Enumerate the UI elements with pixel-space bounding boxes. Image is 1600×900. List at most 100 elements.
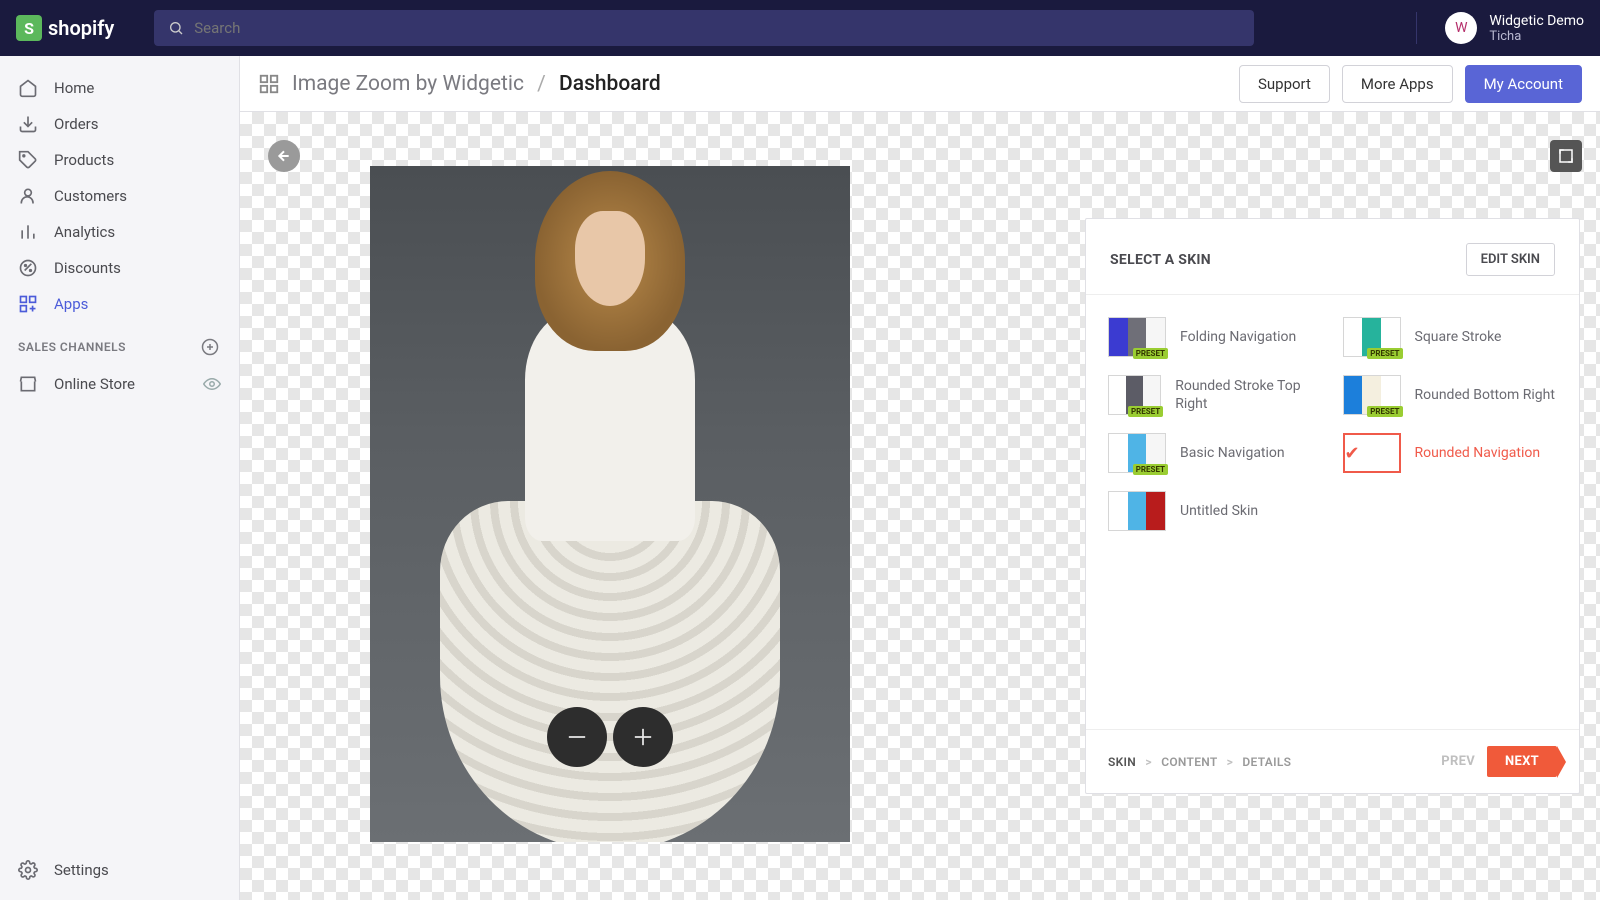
preset-badge: PRESET <box>1128 406 1163 417</box>
user-icon <box>18 186 38 206</box>
section-title: SALES CHANNELS <box>18 340 126 354</box>
shopify-bag-icon: S <box>16 15 42 41</box>
nav-label: Apps <box>54 295 88 313</box>
eye-icon[interactable] <box>203 375 221 393</box>
zoom-controls <box>547 707 673 767</box>
skin-option[interactable]: PRESET Rounded Stroke Top Right <box>1108 375 1323 415</box>
home-icon <box>18 78 38 98</box>
preview-widget <box>370 166 850 842</box>
prev-button[interactable]: PREV <box>1441 754 1475 769</box>
nav-label: Settings <box>54 861 109 879</box>
preset-badge: PRESET <box>1367 348 1402 359</box>
logo[interactable]: S shopify <box>16 15 114 41</box>
check-icon: ✔ <box>1345 443 1399 464</box>
breadcrumb: Image Zoom by Widgetic / Dashboard <box>292 72 661 96</box>
skin-label: Square Stroke <box>1415 328 1502 346</box>
gear-icon <box>18 860 38 880</box>
step-details[interactable]: DETAILS <box>1242 755 1291 769</box>
chart-icon <box>18 222 38 242</box>
nav-home[interactable]: Home <box>0 70 239 106</box>
nav-label: Discounts <box>54 259 121 277</box>
brand-label: shopify <box>48 16 114 40</box>
zoom-out-button[interactable] <box>547 707 607 767</box>
step-indicator: SKIN > CONTENT > DETAILS <box>1108 755 1291 769</box>
more-apps-button[interactable]: More Apps <box>1342 65 1453 103</box>
nav-label: Customers <box>54 187 127 205</box>
breadcrumb-app[interactable]: Image Zoom by Widgetic <box>292 72 524 96</box>
skin-swatch: PRESET <box>1343 375 1401 415</box>
next-button[interactable]: NEXT <box>1487 746 1557 777</box>
panel-header: SELECT A SKIN EDIT SKIN <box>1086 219 1579 295</box>
edit-skin-button[interactable]: EDIT SKIN <box>1466 243 1555 276</box>
skin-label: Untitled Skin <box>1180 502 1258 520</box>
sales-channels-header: SALES CHANNELS <box>0 322 239 366</box>
skin-swatch: PRESET <box>1343 317 1401 357</box>
apps-icon <box>18 294 38 314</box>
skin-label: Rounded Navigation <box>1415 444 1541 462</box>
skin-option[interactable]: PRESET Basic Navigation <box>1108 433 1323 473</box>
my-account-button[interactable]: My Account <box>1465 65 1582 103</box>
skin-option[interactable]: ✔ Rounded Navigation <box>1343 433 1558 473</box>
nav-orders[interactable]: Orders <box>0 106 239 142</box>
user-menu[interactable]: W Widgetic Demo Ticha <box>1416 12 1584 44</box>
content-area: Image Zoom by Widgetic / Dashboard Suppo… <box>240 56 1600 900</box>
preset-badge: PRESET <box>1367 406 1402 417</box>
top-bar: S shopify W Widgetic Demo Ticha <box>0 0 1600 56</box>
nav-discounts[interactable]: Discounts <box>0 250 239 286</box>
sidebar: Home Orders Products Customers Analytics… <box>0 56 240 900</box>
search-icon <box>168 20 184 36</box>
nav-label: Home <box>54 79 94 97</box>
skin-option[interactable]: PRESET Rounded Bottom Right <box>1343 375 1558 415</box>
expand-button[interactable] <box>1550 140 1582 172</box>
skin-swatch: ✔ <box>1343 433 1401 473</box>
panel-footer: SKIN > CONTENT > DETAILS PREV NEXT <box>1086 729 1579 793</box>
step-skin[interactable]: SKIN <box>1108 755 1136 769</box>
discount-icon <box>18 258 38 278</box>
skin-option[interactable]: PRESET Folding Navigation <box>1108 317 1323 357</box>
nav-apps[interactable]: Apps <box>0 286 239 322</box>
back-button[interactable] <box>268 140 300 172</box>
skin-label: Folding Navigation <box>1180 328 1296 346</box>
orders-icon <box>18 114 38 134</box>
nav-products[interactable]: Products <box>0 142 239 178</box>
nav-label: Products <box>54 151 114 169</box>
content-header: Image Zoom by Widgetic / Dashboard Suppo… <box>240 56 1600 112</box>
breadcrumb-current: Dashboard <box>559 72 661 96</box>
nav-label: Online Store <box>54 375 135 393</box>
skin-swatch: PRESET <box>1108 317 1166 357</box>
app-grid-icon <box>258 73 280 95</box>
zoom-in-button[interactable] <box>613 707 673 767</box>
skin-label: Rounded Bottom Right <box>1415 386 1555 404</box>
breadcrumb-separator: / <box>537 72 546 96</box>
skin-grid: PRESET Folding Navigation PRESET Square Str… <box>1086 295 1579 729</box>
skin-panel: SELECT A SKIN EDIT SKIN PRESET Folding Na… <box>1085 218 1580 794</box>
nav-settings[interactable]: Settings <box>0 852 239 900</box>
skin-swatch: PRESET <box>1108 375 1161 415</box>
store-icon <box>18 374 38 394</box>
search-input[interactable] <box>194 19 1240 37</box>
skin-swatch: PRESET <box>1108 433 1166 473</box>
tag-icon <box>18 150 38 170</box>
skin-option[interactable]: Untitled Skin <box>1108 491 1323 531</box>
nav-analytics[interactable]: Analytics <box>0 214 239 250</box>
nav-customers[interactable]: Customers <box>0 178 239 214</box>
preset-badge: PRESET <box>1133 464 1168 475</box>
step-content[interactable]: CONTENT <box>1161 755 1217 769</box>
user-text: Widgetic Demo Ticha <box>1489 13 1584 44</box>
support-button[interactable]: Support <box>1239 65 1330 103</box>
add-channel-button[interactable] <box>199 336 221 358</box>
user-name: Widgetic Demo <box>1489 13 1584 29</box>
canvas-area: SELECT A SKIN EDIT SKIN PRESET Folding Na… <box>240 112 1600 900</box>
skin-label: Rounded Stroke Top Right <box>1175 377 1322 413</box>
skin-option[interactable]: PRESET Square Stroke <box>1343 317 1558 357</box>
panel-title: SELECT A SKIN <box>1110 252 1211 268</box>
store-name: Ticha <box>1489 29 1584 44</box>
preset-badge: PRESET <box>1133 348 1168 359</box>
search-field[interactable] <box>154 10 1254 46</box>
nav-label: Orders <box>54 115 99 133</box>
skin-swatch <box>1108 491 1166 531</box>
avatar: W <box>1445 12 1477 44</box>
skin-label: Basic Navigation <box>1180 444 1285 462</box>
nav-label: Analytics <box>54 223 115 241</box>
nav-online-store[interactable]: Online Store <box>0 366 239 402</box>
